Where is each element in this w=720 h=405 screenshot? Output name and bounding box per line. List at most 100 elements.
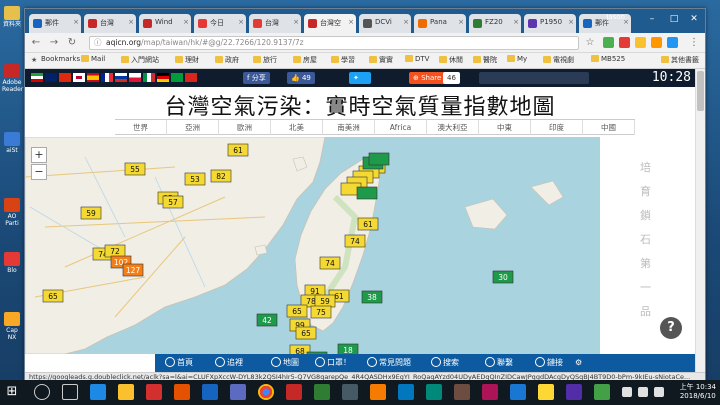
bookmark-item[interactable]: 休閒 bbox=[439, 55, 463, 65]
close-tab-icon[interactable]: × bbox=[73, 18, 79, 26]
nav-follow[interactable]: 追裡 bbox=[215, 356, 243, 370]
volume-icon[interactable] bbox=[654, 387, 664, 397]
tray-icon[interactable] bbox=[622, 387, 632, 397]
region-tab[interactable]: 世界 bbox=[115, 120, 167, 135]
task-view-icon[interactable] bbox=[62, 384, 78, 400]
app-icon[interactable] bbox=[594, 384, 610, 400]
browser-tab[interactable]: Pana × bbox=[414, 14, 466, 33]
aqi-map[interactable]: 6155538295575974721021276561747491617859… bbox=[25, 137, 600, 354]
region-tab[interactable]: 中國 bbox=[583, 120, 635, 135]
close-tab-icon[interactable]: × bbox=[293, 18, 299, 26]
browser-tab[interactable]: 台灣空 × bbox=[304, 14, 356, 33]
back-icon[interactable]: ← bbox=[29, 36, 43, 50]
desktop-icon-folder[interactable]: 資料夾 bbox=[2, 6, 22, 28]
close-tab-icon[interactable]: × bbox=[403, 18, 409, 26]
search-box[interactable] bbox=[479, 72, 589, 84]
flag-icon[interactable] bbox=[31, 73, 43, 82]
desktop-icon-reader[interactable]: Adobe Reader bbox=[2, 64, 23, 93]
windows-start-icon[interactable]: ⊞ bbox=[4, 384, 20, 400]
help-button[interactable]: ? bbox=[660, 317, 682, 339]
browser-tab[interactable]: FZ20 × bbox=[469, 14, 521, 33]
maximize-button[interactable]: □ bbox=[665, 12, 683, 26]
bookmark-star-icon[interactable]: ☆ bbox=[583, 36, 597, 50]
flag-icon[interactable] bbox=[129, 73, 141, 82]
aqi-marker[interactable]: 74 bbox=[319, 256, 341, 270]
browser-tab[interactable]: 台灣 × bbox=[249, 14, 301, 33]
ad-text[interactable]: 一 bbox=[640, 279, 651, 295]
map-canvas[interactable]: 6155538295575974721021276561747491617859… bbox=[25, 137, 600, 354]
system-clock[interactable]: 上午 10:34 2018/6/10 bbox=[680, 383, 716, 401]
aqi-marker[interactable]: 57 bbox=[162, 195, 184, 209]
app-icon[interactable] bbox=[566, 384, 582, 400]
other-bookmarks[interactable]: 其他書籤 bbox=[661, 55, 699, 65]
menu-icon[interactable]: ⋮ bbox=[687, 36, 701, 50]
app-icon[interactable] bbox=[146, 384, 162, 400]
desktop-icon-cap[interactable]: Cap NX bbox=[2, 312, 22, 341]
region-tab[interactable]: Africa bbox=[375, 120, 427, 135]
app-icon[interactable] bbox=[174, 384, 190, 400]
browser-tab[interactable]: 今日 × bbox=[194, 14, 246, 33]
bookmark-item[interactable]: MB525 bbox=[591, 55, 625, 63]
aqi-marker[interactable]: 30 bbox=[492, 270, 514, 284]
app-icon[interactable] bbox=[482, 384, 498, 400]
app-icon[interactable] bbox=[510, 384, 526, 400]
bookmark-item[interactable]: 理財 bbox=[175, 55, 199, 65]
close-tab-icon[interactable]: × bbox=[348, 18, 354, 26]
nav-links[interactable]: 鏈接 bbox=[535, 356, 563, 370]
bookmark-item[interactable]: 政府 bbox=[215, 55, 239, 65]
bookmark-item[interactable]: Mail bbox=[81, 55, 105, 63]
desktop-icon-aist[interactable]: aiSt bbox=[2, 132, 22, 154]
app-icon[interactable] bbox=[286, 384, 302, 400]
browser-tab[interactable]: P1950 × bbox=[524, 14, 576, 33]
aqi-marker[interactable]: 59 bbox=[80, 206, 102, 220]
facebook-share-button[interactable]: f 分享 bbox=[243, 72, 270, 84]
region-tab[interactable]: 亞洲 bbox=[167, 120, 219, 135]
nav-mask[interactable]: 口罩！ bbox=[315, 356, 351, 370]
browser-tab[interactable]: 台灣 × bbox=[84, 14, 136, 33]
flag-icon[interactable] bbox=[115, 73, 127, 82]
extension-icon[interactable] bbox=[651, 37, 662, 48]
extension-icon[interactable] bbox=[603, 37, 614, 48]
aqi-marker-stacked[interactable] bbox=[368, 152, 390, 166]
aqi-marker[interactable]: 65 bbox=[42, 289, 64, 303]
app-icon[interactable] bbox=[538, 384, 554, 400]
close-tab-icon[interactable]: × bbox=[458, 18, 464, 26]
bookmark-item[interactable]: 旅行 bbox=[253, 55, 277, 65]
nav-contact[interactable]: 聯繫 bbox=[485, 356, 513, 370]
flag-icon[interactable] bbox=[171, 73, 183, 82]
aqi-marker[interactable]: 55 bbox=[124, 162, 146, 176]
search-icon[interactable] bbox=[34, 384, 50, 400]
aqi-marker[interactable]: 65 bbox=[295, 326, 317, 340]
ad-text[interactable]: 品 bbox=[640, 303, 651, 319]
close-tab-icon[interactable]: × bbox=[238, 18, 244, 26]
app-icon[interactable] bbox=[454, 384, 470, 400]
network-icon[interactable] bbox=[638, 387, 648, 397]
share-button[interactable]: ⊕ Share bbox=[409, 72, 446, 84]
aqi-marker[interactable]: 59 bbox=[314, 294, 336, 308]
ad-text[interactable]: 育 bbox=[640, 183, 651, 199]
nav-search[interactable]: 搜索 bbox=[431, 356, 459, 370]
bookmark-item[interactable]: 學習 bbox=[331, 55, 355, 65]
chrome-icon[interactable] bbox=[258, 384, 274, 400]
address-bar[interactable]: ⓘ aqicn.org/map/taiwan/hk/#@g/22.7266/120… bbox=[89, 36, 579, 50]
edge-icon[interactable] bbox=[90, 384, 106, 400]
close-tab-icon[interactable]: × bbox=[513, 18, 519, 26]
flag-icon[interactable] bbox=[101, 73, 113, 82]
app-icon[interactable] bbox=[398, 384, 414, 400]
bookmark-item[interactable]: 電視劇 bbox=[543, 55, 574, 65]
aqi-marker[interactable]: 127 bbox=[122, 263, 144, 277]
ad-text[interactable]: 第 bbox=[640, 255, 651, 271]
browser-tab[interactable]: DCVi × bbox=[359, 14, 411, 33]
bookmark-item[interactable]: 房屋 bbox=[293, 55, 317, 65]
aqi-marker[interactable]: 53 bbox=[184, 172, 206, 186]
aqi-marker[interactable]: 61 bbox=[227, 143, 249, 157]
zoom-in-button[interactable]: + bbox=[31, 147, 47, 163]
extension-icon[interactable] bbox=[635, 37, 646, 48]
nav-settings[interactable]: ⚙ bbox=[575, 356, 582, 370]
like-button[interactable]: 👍 49 bbox=[287, 72, 315, 84]
file-explorer-icon[interactable] bbox=[118, 384, 134, 400]
nav-home[interactable]: 首頁 bbox=[165, 356, 193, 370]
flag-icon[interactable] bbox=[185, 73, 197, 82]
zoom-out-button[interactable]: − bbox=[31, 164, 47, 180]
desktop-icon-ao[interactable]: AO Parti bbox=[2, 198, 22, 227]
